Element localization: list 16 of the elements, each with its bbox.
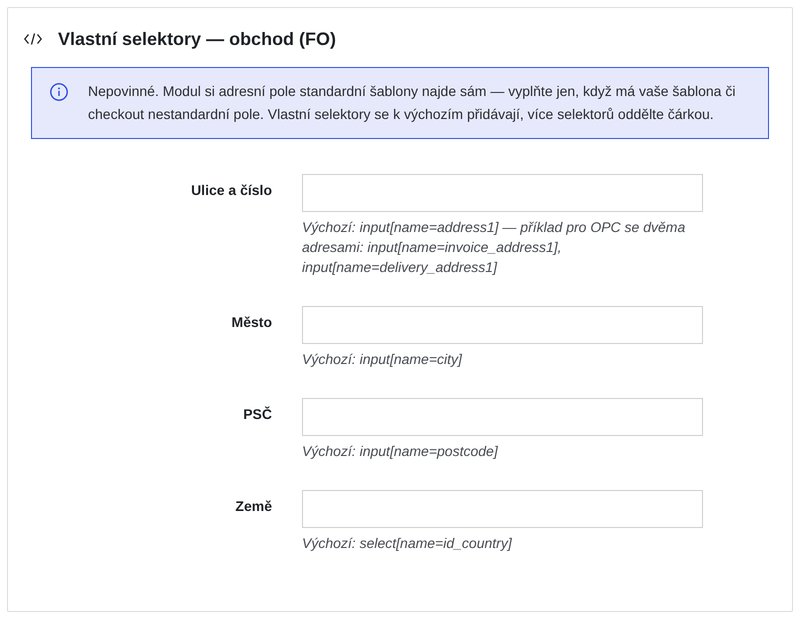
field-label: Město [232, 313, 272, 332]
field-label: Ulice a číslo [191, 181, 272, 200]
input-field[interactable] [302, 306, 703, 344]
alert-text: Nepovinné. Modul si adresní pole standardní šablony najde sám — vyplňte jen, když má vaše šablona či checkout nestandardní pole. Vlastní selektory se k výchozím přidávají, více selektorů oddělte čárkou. [88, 82, 736, 124]
field-label: PSČ [243, 405, 272, 424]
code-icon [24, 33, 42, 45]
help-text: Výchozí: input[name=city] [302, 350, 464, 369]
panel-title: Vlastní selektory — obchod (FO) [58, 28, 336, 51]
input-field[interactable] [302, 398, 703, 436]
input-field[interactable] [302, 490, 703, 528]
help-text: Výchozí: select[name=id_country] [302, 534, 513, 553]
field-label: Země [235, 497, 272, 516]
input-field[interactable] [302, 174, 703, 212]
help-text: Výchozí: input[name=postcode] [302, 442, 499, 461]
help-text: Výchozí: input[name=address1] — příklad pro OPC se dvěma adresami: input[name=invoice_address1], input[name=delivery_address1] [302, 218, 686, 277]
info-icon [50, 83, 68, 101]
